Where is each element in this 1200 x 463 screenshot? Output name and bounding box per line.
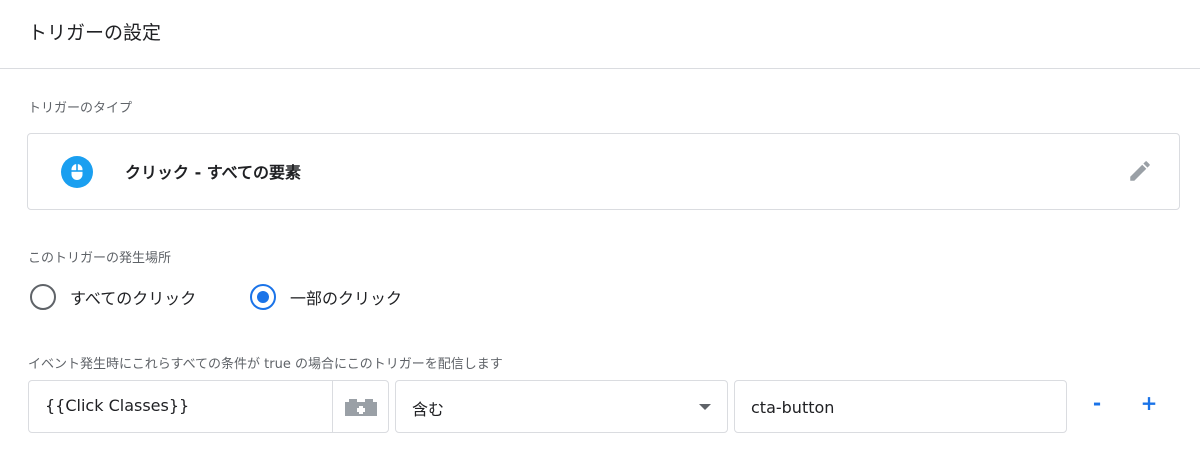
- add-condition-button[interactable]: +: [1138, 391, 1160, 419]
- variable-picker-button[interactable]: [332, 381, 388, 432]
- trigger-type-card[interactable]: クリック - すべての要素: [27, 133, 1180, 210]
- remove-condition-button[interactable]: -: [1086, 391, 1108, 419]
- radio-some-clicks[interactable]: 一部のクリック: [250, 283, 402, 311]
- panel-header: トリガーの設定: [0, 0, 1200, 69]
- mouse-icon: [61, 156, 93, 188]
- condition-label: イベント発生時にこれらすべての条件が true の場合にこのトリガーを配信します: [28, 357, 503, 372]
- pencil-icon[interactable]: [1127, 158, 1153, 184]
- radio-all-clicks-label: すべてのクリック: [70, 289, 197, 308]
- condition-variable-field[interactable]: {{Click Classes}}: [28, 380, 389, 433]
- radio-some-clicks-label: 一部のクリック: [290, 289, 403, 308]
- chevron-down-icon: [699, 404, 711, 410]
- condition-value-input[interactable]: [751, 395, 1051, 419]
- trigger-type-name: クリック - すべての要素: [125, 163, 302, 182]
- condition-variable-value: {{Click Classes}}: [45, 396, 190, 415]
- radio-button-checked[interactable]: [250, 284, 276, 310]
- radio-all-clicks[interactable]: すべてのクリック: [30, 283, 196, 311]
- page-title: トリガーの設定: [28, 22, 162, 44]
- radio-button-unchecked[interactable]: [30, 284, 56, 310]
- condition-value-field[interactable]: [734, 380, 1067, 433]
- condition-operator-select[interactable]: 含む: [395, 380, 728, 433]
- lego-block-icon: [345, 399, 377, 416]
- condition-operator-value: 含む: [412, 400, 445, 419]
- fires-on-label: このトリガーの発生場所: [28, 251, 172, 266]
- trigger-type-label: トリガーのタイプ: [28, 101, 133, 116]
